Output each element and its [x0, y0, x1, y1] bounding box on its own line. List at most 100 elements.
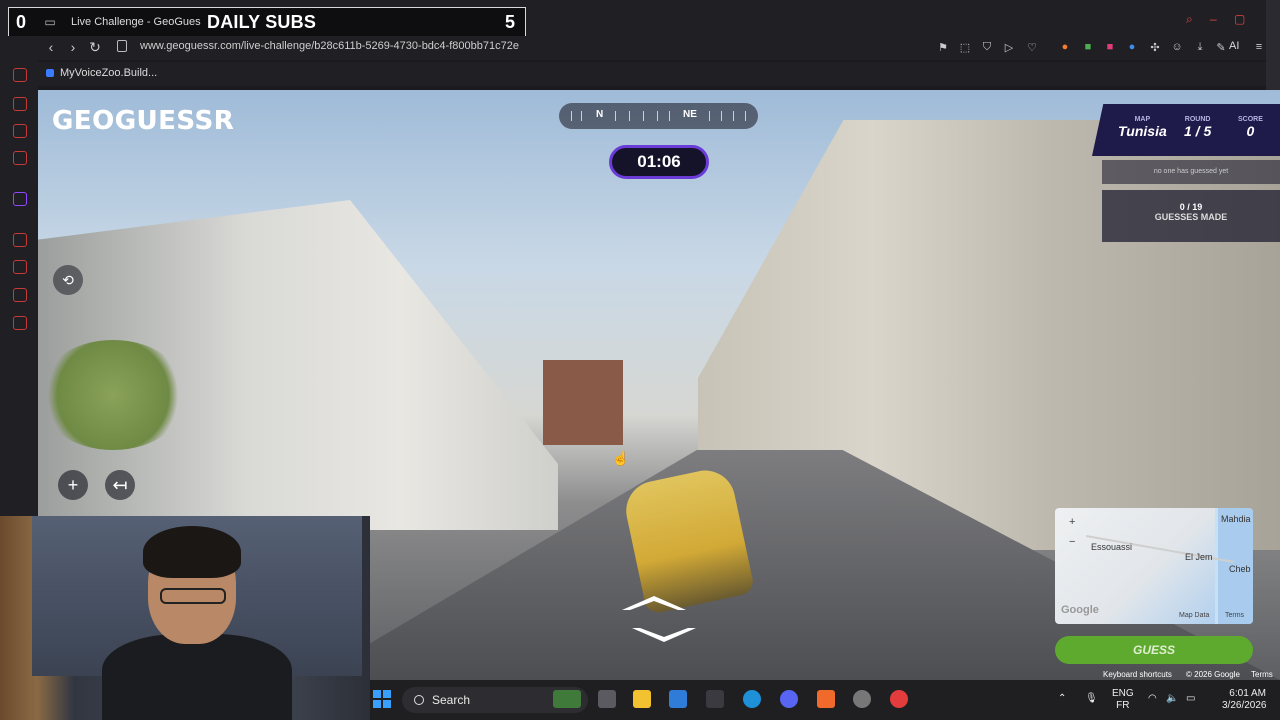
twitch-icon[interactable]: [13, 192, 27, 206]
bookmark-label: MyVoiceZoo.Build...: [60, 67, 158, 79]
ai-assistant-icon[interactable]: [13, 97, 27, 111]
extension-icon[interactable]: ●: [1125, 40, 1139, 54]
language-primary: ENG: [1112, 688, 1134, 699]
map-place: El Jem: [1185, 552, 1213, 562]
wifi-icon[interactable]: ◠: [1148, 693, 1157, 705]
score-label: SCORE: [1238, 116, 1263, 123]
extensions-icon[interactable]: [13, 288, 27, 302]
compass-tick: [657, 111, 658, 121]
zoom-in-icon[interactable]: +: [58, 470, 88, 500]
profile-icon[interactable]: ☺: [1170, 40, 1184, 54]
round-value: 1 / 5: [1184, 123, 1212, 139]
microphone-icon[interactable]: 🎙: [1085, 693, 1098, 705]
active-tab[interactable]: Live Challenge - GeoGuessr: [65, 16, 201, 28]
speed-dial-icon[interactable]: [13, 68, 27, 82]
maximize-icon[interactable]: ▢: [1234, 12, 1245, 26]
score-stat: SCORE 0: [1238, 116, 1263, 139]
bookmark-item[interactable]: MyVoiceZoo.Build...: [46, 67, 157, 79]
map-place: Essouassi: [1091, 542, 1133, 552]
search-icon[interactable]: ⌕: [1186, 12, 1193, 27]
heart-icon[interactable]: ♡: [1025, 40, 1039, 54]
game-status-panel: MAP Tunisia ROUND 1 / 5 SCORE 0: [1092, 104, 1280, 156]
keyboard-shortcuts-link[interactable]: Keyboard shortcuts: [1103, 670, 1172, 679]
app-icon[interactable]: [706, 690, 724, 708]
file-explorer-icon[interactable]: [633, 690, 651, 708]
search-icon: [414, 695, 424, 705]
discord-icon[interactable]: [780, 690, 798, 708]
tab-switcher-icon[interactable]: ▭: [41, 13, 59, 31]
play-icon[interactable]: ▷: [1002, 40, 1016, 54]
opera-icon[interactable]: [890, 690, 908, 708]
extension-icon[interactable]: ■: [1081, 40, 1095, 54]
compass-tick: [629, 111, 630, 121]
player-icon[interactable]: [13, 233, 27, 247]
aria-icon[interactable]: ✎: [1214, 40, 1228, 54]
logo-text: GEOGUESSR: [52, 106, 235, 136]
bookmarks-bar: [38, 62, 1280, 86]
language-indicator[interactable]: ENG FR: [1112, 688, 1134, 712]
move-back-arrow[interactable]: [632, 628, 696, 642]
undo-move-icon[interactable]: ↤: [105, 470, 135, 500]
geoguessr-logo[interactable]: GEOGUESSR: [52, 105, 234, 136]
compass-tick: [669, 111, 670, 121]
compass-n: N: [596, 109, 604, 120]
map-stat: MAP Tunisia: [1118, 116, 1167, 139]
camera-reset-icon[interactable]: ⟲: [53, 265, 83, 295]
back-icon[interactable]: ‹: [42, 38, 60, 56]
ai-button[interactable]: AI: [1229, 40, 1239, 52]
forward-icon[interactable]: ›: [64, 38, 82, 56]
snapshot-icon[interactable]: ⬚: [958, 40, 972, 54]
puzzle-icon[interactable]: ✣: [1148, 40, 1162, 54]
extension-icon[interactable]: ●: [1058, 40, 1072, 54]
extension-icon[interactable]: ■: [1103, 40, 1117, 54]
chevron-up-icon[interactable]: ⌃: [1058, 693, 1066, 705]
store-icon[interactable]: [669, 690, 687, 708]
guess-status: no one has guessed yet: [1102, 160, 1280, 184]
settings-icon[interactable]: [853, 690, 871, 708]
windows-start-icon[interactable]: [373, 690, 391, 708]
compass-tick: [709, 111, 710, 121]
map-zoom-out-icon[interactable]: −: [1069, 536, 1075, 548]
system-clock[interactable]: 6:01 AM 3/26/2026: [1222, 688, 1267, 712]
task-view-icon[interactable]: [598, 690, 616, 708]
daily-subs-value: 5: [504, 11, 515, 32]
language-secondary: FR: [1116, 700, 1130, 711]
widget-icon[interactable]: [553, 690, 581, 708]
volume-icon[interactable]: 🔈: [1166, 693, 1178, 705]
tab-count: 0: [15, 11, 26, 32]
compass-tick: [745, 111, 746, 121]
bookmark-icon[interactable]: ⚑: [936, 40, 950, 54]
history-icon[interactable]: [13, 260, 27, 274]
brave-icon[interactable]: [817, 690, 835, 708]
tab-strip[interactable]: 0 ▭ Live Challenge - GeoGuessr DAILY SUB…: [8, 7, 526, 37]
shield-icon[interactable]: ⛉: [980, 40, 994, 54]
map-zoom-in-icon[interactable]: +: [1069, 516, 1075, 528]
webcam-glasses: [160, 588, 226, 604]
map-terms-link[interactable]: Terms: [1225, 612, 1244, 619]
battery-icon[interactable]: ▭: [1186, 693, 1195, 705]
compass-tick: [581, 111, 582, 121]
map-data-link[interactable]: Map Data: [1179, 612, 1209, 619]
tab-title: Live Challenge - GeoGuessr: [71, 16, 201, 28]
settings-icon[interactable]: [13, 316, 27, 330]
move-forward-arrow[interactable]: [622, 596, 686, 610]
google-logo: Google: [1061, 604, 1099, 616]
trees: [38, 340, 188, 450]
compass-tick: [733, 111, 734, 121]
guess-map[interactable]: + − Essouassi El Jem Mahdia Cheb Google …: [1055, 508, 1253, 624]
guess-button[interactable]: GUESS: [1055, 636, 1253, 664]
minimize-icon[interactable]: –: [1210, 12, 1217, 26]
webcam-person-body: [102, 634, 292, 720]
menu-icon[interactable]: ≡: [1252, 40, 1266, 54]
map-place: Cheb: [1229, 564, 1251, 574]
edge-icon[interactable]: [743, 690, 761, 708]
url-field[interactable]: www.geoguessr.com/live-challenge/b28c611…: [140, 40, 519, 52]
messenger-icon[interactable]: [13, 151, 27, 165]
terms-link[interactable]: Terms: [1251, 670, 1273, 679]
wallet-icon[interactable]: [13, 124, 27, 138]
download-icon[interactable]: ⤓: [1193, 40, 1207, 54]
clock-time: 6:01 AM: [1229, 688, 1266, 699]
reload-icon[interactable]: ↻: [86, 38, 104, 56]
bookmark-favicon-icon: [46, 69, 54, 77]
webcam-overlay: [0, 516, 370, 720]
